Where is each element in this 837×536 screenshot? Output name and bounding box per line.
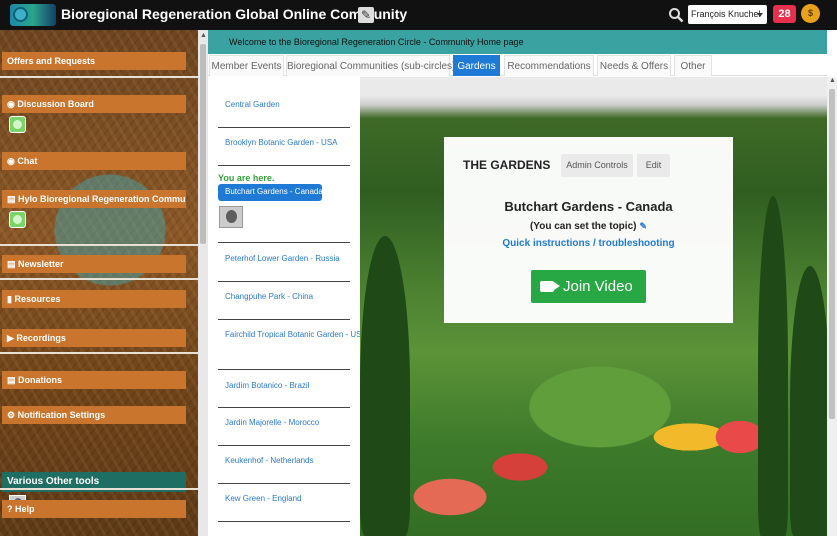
sidebar-item-chat[interactable]: ◉ Chat (2, 152, 186, 170)
sidebar-item-recordings[interactable]: ▶ Recordings (2, 329, 186, 347)
room-list: Central Garden Brooklyn Botanic Garden -… (210, 77, 360, 536)
admin-controls-button[interactable]: Admin Controls (561, 154, 633, 177)
notification-badge[interactable]: 28 (773, 5, 796, 23)
user-name: François Knuchel (691, 9, 761, 19)
join-video-button[interactable]: Join Video (531, 270, 646, 303)
sidebar-item-offers[interactable]: Offers and Requests (2, 52, 186, 70)
sidebar-divider (0, 278, 198, 280)
room-divider (218, 369, 350, 370)
room-divider (218, 407, 350, 408)
credit-card-icon: ▤ (7, 375, 19, 385)
room-card: THE GARDENS Admin Controls Edit Butchart… (444, 137, 733, 323)
room-divider (218, 319, 350, 320)
sidebar-divider (0, 352, 198, 354)
card-title: THE GARDENS (463, 158, 551, 172)
room-divider (218, 281, 350, 282)
main-scroll-thumb[interactable] (829, 89, 835, 419)
tab-recommendations[interactable]: Recommendations (504, 55, 594, 76)
app-title[interactable]: Bioregional Regeneration Global Online C… (61, 6, 407, 22)
community-logo[interactable] (10, 4, 56, 26)
you-are-here-label: You are here. (218, 173, 275, 183)
room-brooklyn[interactable]: Brooklyn Botanic Garden - USA (225, 138, 338, 147)
tab-other[interactable]: Other (674, 55, 712, 76)
gear-icon: ⚙ (7, 410, 18, 420)
sidebar-item-notification-settings[interactable]: ⚙ Notification Settings (2, 406, 186, 424)
scroll-up-icon[interactable]: ▲ (200, 32, 207, 39)
room-divider (218, 521, 350, 522)
tab-bar: Member Events Bioregional Communities (s… (208, 54, 827, 76)
top-bar: Bioregional Regeneration Global Online C… (0, 0, 837, 30)
tab-member-events[interactable]: Member Events (209, 55, 284, 76)
room-fairchild[interactable]: Fairchild Tropical Botanic Garden - USA (225, 330, 360, 339)
comment-icon: ◉ (7, 156, 18, 166)
chevron-down-icon (757, 13, 763, 17)
sidebar-item-resources[interactable]: ▮ Resources (2, 290, 186, 308)
tree-decoration (360, 236, 410, 536)
id-card-icon: ▤ (7, 194, 19, 204)
room-divider (218, 165, 350, 166)
room-changpuhe[interactable]: Changpuhe Park - China (225, 292, 313, 301)
instructions-link[interactable]: Quick instructions / troubleshooting (444, 238, 733, 249)
pencil-icon[interactable]: ✎ (639, 221, 647, 231)
room-central-garden[interactable]: Central Garden (225, 100, 280, 109)
room-butchart-current[interactable]: Butchart Gardens - Canada (218, 184, 323, 201)
sidebar-scrollbar[interactable]: ▲ (198, 30, 208, 536)
participant-avatar[interactable] (219, 206, 243, 228)
sidebar-item-discussion[interactable]: ◉ Discussion Board (2, 95, 186, 113)
tab-bioregional-communities[interactable]: Bioregional Communities (sub-circles) (286, 55, 455, 76)
sidebar-item-hylo[interactable]: ▤ Hylo Bioregional Regeneration Communit… (2, 190, 186, 208)
tab-gardens[interactable]: Gardens (453, 55, 500, 76)
room-divider (218, 445, 350, 446)
topic-hint[interactable]: (You can set the topic) ✎ (444, 221, 733, 232)
sidebar-divider (0, 488, 198, 490)
play-icon: ▶ (7, 333, 17, 343)
room-jardim-botanico[interactable]: Jardim Botanico - Brazil (225, 381, 309, 390)
join-video-label: Join Video (563, 278, 633, 295)
room-name: Butchart Gardens - Canada (504, 199, 673, 214)
video-camera-icon (540, 281, 554, 292)
sidebar-item-newsletter[interactable]: ▤ Newsletter (2, 255, 186, 273)
main-scrollbar[interactable]: ▲ (827, 77, 837, 536)
room-kew-green[interactable]: Kew Green - England (225, 494, 302, 503)
discussion-app-icon[interactable] (9, 116, 26, 133)
room-keukenhof[interactable]: Keukenhof - Netherlands (225, 456, 314, 465)
edit-button[interactable]: Edit (637, 154, 670, 177)
newspaper-icon: ▤ (7, 259, 19, 269)
sidebar-divider (0, 76, 198, 78)
scroll-up-icon[interactable]: ▲ (829, 77, 836, 84)
sidebar-item-help[interactable]: ? Help (2, 500, 186, 518)
tab-needs-offers[interactable]: Needs & Offers (597, 55, 671, 76)
search-icon[interactable] (668, 7, 684, 23)
tree-decoration (758, 196, 788, 536)
sidebar-item-donations[interactable]: ▤ Donations (2, 371, 186, 389)
room-peterhof[interactable]: Peterhof Lower Garden - Russia (225, 254, 340, 263)
sidebar: Offers and Requests ◉ Discussion Board ◉… (0, 30, 198, 536)
sidebar-divider (0, 244, 198, 246)
welcome-banner: Welcome to the Bioregional Regeneration … (208, 30, 827, 54)
edit-title-icon[interactable]: ✎ (358, 7, 374, 23)
room-divider (218, 483, 350, 484)
room-divider (218, 242, 350, 243)
sidebar-scroll-thumb[interactable] (200, 44, 206, 244)
room-divider (218, 127, 350, 128)
coin-icon[interactable]: $ (801, 4, 820, 23)
tree-decoration (790, 266, 827, 536)
comments-icon: ◉ (7, 99, 18, 109)
room-jardin-majorelle[interactable]: Jardin Majorelle - Morocco (225, 418, 319, 427)
hylo-app-icon[interactable] (9, 211, 26, 228)
user-dropdown[interactable]: François Knuchel (688, 5, 767, 24)
